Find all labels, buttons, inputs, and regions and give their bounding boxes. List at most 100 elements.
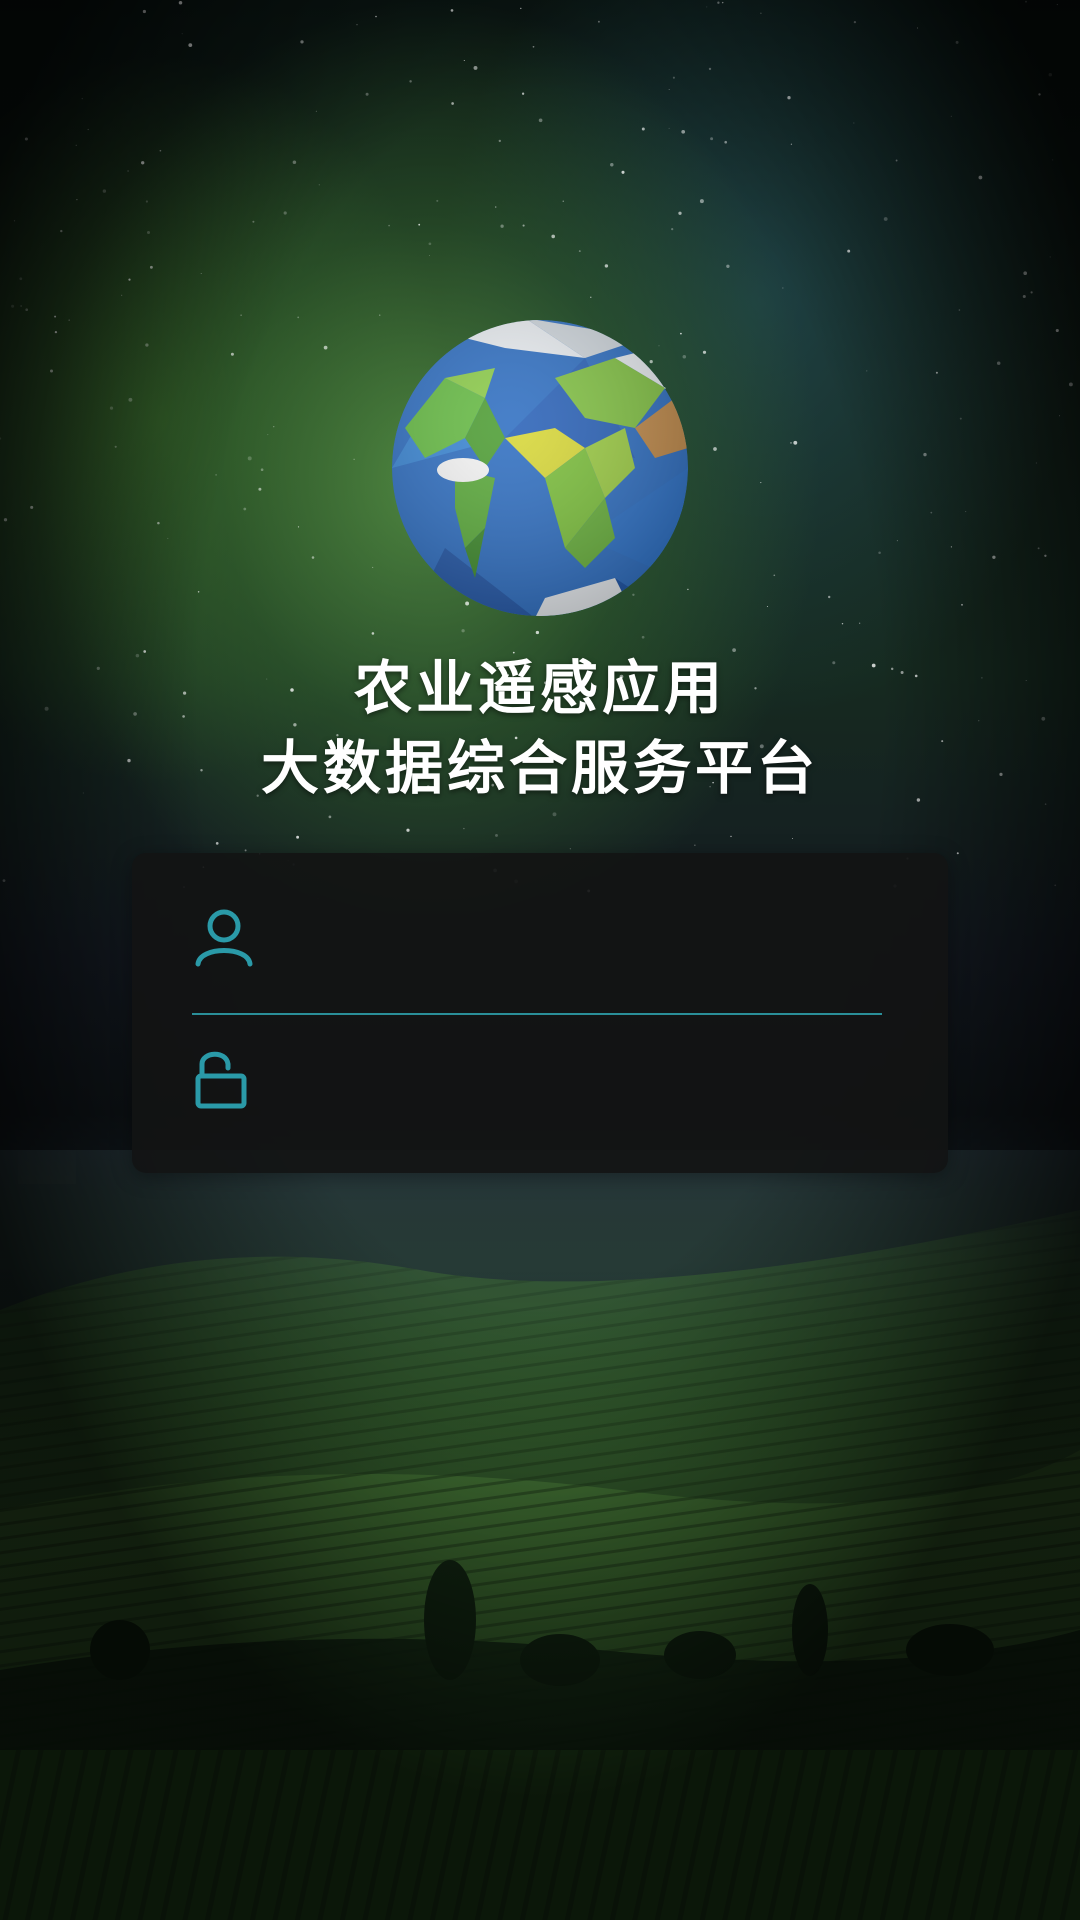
star: [520, 7, 522, 10]
star: [1035, 462, 1037, 464]
star: [60, 229, 63, 233]
star: [500, 224, 504, 228]
star: [215, 474, 218, 476]
star: [1022, 294, 1026, 299]
star: [19, 277, 23, 281]
star: [300, 40, 304, 44]
star: [883, 217, 888, 221]
star: [1038, 93, 1041, 96]
star: [569, 848, 571, 850]
star: [551, 234, 556, 239]
star: [128, 278, 131, 281]
star: [610, 163, 614, 167]
star: [1048, 72, 1053, 77]
star: [959, 417, 962, 420]
star: [955, 40, 959, 44]
star: [159, 149, 162, 152]
star: [1052, 159, 1054, 161]
star: [668, 88, 670, 91]
star: [371, 632, 375, 635]
star: [965, 511, 967, 513]
star: [128, 397, 133, 402]
field-divider: [192, 1013, 882, 1015]
unlock-icon: [195, 1051, 247, 1109]
star: [11, 304, 15, 308]
star: [787, 96, 791, 100]
star: [1025, 0, 1027, 3]
star: [145, 200, 149, 203]
star: [930, 511, 933, 514]
star: [147, 231, 150, 234]
star: [388, 224, 390, 227]
star: [766, 606, 768, 607]
star: [315, 110, 317, 112]
username-input[interactable]: [282, 902, 882, 974]
star: [121, 294, 123, 296]
star: [258, 487, 262, 491]
star: [671, 227, 674, 231]
star: [590, 296, 592, 298]
star: [950, 115, 952, 117]
star: [724, 140, 727, 144]
login-form: [132, 853, 948, 1173]
star: [961, 603, 963, 606]
star: [721, 1, 724, 4]
star: [792, 838, 793, 839]
star: [356, 24, 358, 26]
star: [81, 97, 83, 100]
star: [157, 521, 160, 525]
star: [297, 316, 300, 319]
star: [142, 9, 146, 14]
password-input[interactable]: [282, 1042, 882, 1114]
star: [25, 308, 29, 312]
star: [328, 815, 332, 819]
star: [847, 249, 851, 253]
star: [1056, 4, 1058, 6]
star: [866, 370, 868, 372]
star: [463, 827, 465, 830]
username-field: [192, 883, 882, 993]
star: [292, 160, 297, 165]
star: [978, 175, 983, 180]
star: [782, 287, 784, 289]
star: [1037, 547, 1040, 550]
star: [793, 440, 798, 445]
star: [145, 343, 149, 347]
star: [1049, 256, 1051, 258]
app-title-line1: 农业遥感应用: [353, 654, 726, 722]
star: [495, 833, 498, 837]
star: [950, 546, 953, 548]
star: [790, 143, 793, 145]
star: [87, 128, 89, 131]
star: [252, 220, 255, 223]
password-field: [192, 1023, 882, 1133]
star: [841, 622, 844, 625]
star: [992, 555, 996, 559]
star: [76, 198, 78, 201]
star: [68, 319, 70, 321]
star: [109, 406, 114, 410]
star: [760, 482, 762, 484]
star: [896, 540, 898, 542]
star: [958, 309, 961, 311]
star: [197, 591, 200, 593]
star: [494, 206, 497, 208]
star: [230, 352, 234, 356]
star: [878, 551, 881, 555]
star: [24, 137, 28, 141]
star: [30, 505, 34, 509]
star: [641, 127, 645, 131]
star: [418, 223, 421, 226]
globe-icon: [385, 318, 695, 618]
star: [436, 199, 439, 202]
star: [283, 211, 287, 215]
star: [0, 437, 2, 440]
star: [521, 92, 525, 95]
star: [13, 220, 16, 222]
star: [853, 122, 855, 124]
star: [409, 80, 412, 83]
star: [451, 102, 454, 105]
star: [708, 67, 712, 71]
star: [706, 6, 708, 8]
star: [562, 200, 564, 202]
